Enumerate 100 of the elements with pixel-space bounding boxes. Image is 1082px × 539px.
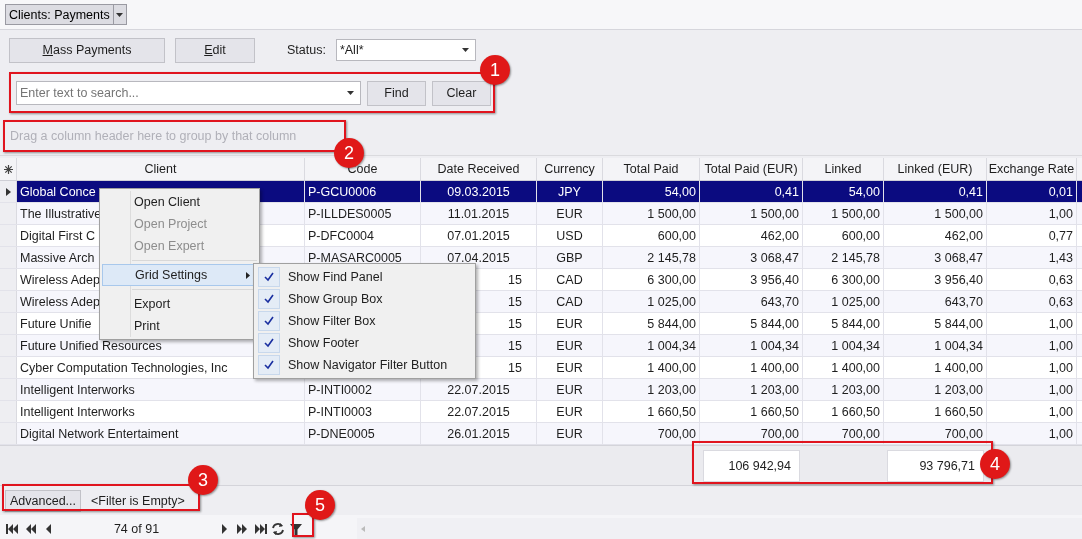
table-cell: 1 025,00	[603, 291, 700, 312]
table-row[interactable]: Digital Network Entertaiment P-DNE0005 26.01.2015 EUR 700,00 700,00 700,00 700,00 1,00	[0, 423, 1082, 445]
table-cell: 22.07.2015	[421, 401, 537, 422]
table-cell: CAD	[537, 291, 603, 312]
table-cell: 26.01.2015	[421, 423, 537, 444]
table-cell: 1,00	[987, 203, 1077, 224]
table-cell: 3 068,47	[700, 247, 803, 268]
table-cell: 0,63	[987, 291, 1077, 312]
table-cell: 1 660,50	[700, 401, 803, 422]
table-cell: 1 203,00	[700, 379, 803, 400]
table-cell: 5 844,00	[603, 313, 700, 334]
footer-total: 93 796,71	[887, 449, 984, 482]
row-indicator-icon	[5, 187, 11, 196]
table-cell: P-INTI0003	[305, 401, 421, 422]
checkmark-icon	[264, 338, 274, 348]
column-header[interactable]: Total Paid	[603, 158, 700, 180]
submenu-arrow-icon	[246, 272, 250, 279]
table-cell: 1 400,00	[700, 357, 803, 378]
toolbar-button[interactable]: Edit	[175, 37, 255, 63]
advanced-filter-button[interactable]: Advanced...	[5, 489, 81, 512]
status-dropdown[interactable]: *All*	[335, 39, 476, 61]
search-field[interactable]: Enter text to search...	[16, 81, 361, 105]
table-cell: 2 145,78	[603, 247, 700, 268]
table-cell: 700,00	[603, 423, 700, 444]
footer-total: 106 942,94	[703, 449, 800, 482]
table-cell: 0,77	[987, 225, 1077, 246]
table-cell: 1 660,50	[884, 401, 987, 422]
toolbar-button[interactable]: Mass Payments	[9, 37, 165, 63]
table-cell: 643,70	[884, 291, 987, 312]
table-cell: 1 025,00	[803, 291, 884, 312]
table-cell: 54,00	[603, 181, 700, 202]
table-cell: 1 203,00	[884, 379, 987, 400]
table-cell: 3 068,47	[884, 247, 987, 268]
table-cell: 1 004,34	[603, 335, 700, 356]
table-cell: 5 844,00	[884, 313, 987, 334]
table-cell: P-DFC0004	[305, 225, 421, 246]
callout-number: 1	[480, 55, 510, 85]
menu-item[interactable]: Export	[102, 293, 257, 315]
horizontal-scrollbar[interactable]	[357, 517, 1082, 539]
column-header[interactable]: Client	[17, 158, 305, 180]
table-cell: 6 300,00	[803, 269, 884, 290]
menu-item[interactable]: Print	[102, 315, 257, 337]
table-cell: 1 400,00	[803, 357, 884, 378]
table-cell: 1 400,00	[884, 357, 987, 378]
table-cell: CAD	[537, 269, 603, 290]
table-cell: 1 400,00	[603, 357, 700, 378]
table-cell: 2 145,78	[803, 247, 884, 268]
column-header[interactable]: Currency	[537, 158, 603, 180]
column-header[interactable]: Date Received	[421, 158, 537, 180]
checkmark-icon	[264, 272, 274, 282]
column-header[interactable]: Linked (EUR)	[884, 158, 987, 180]
table-cell: 1,00	[987, 423, 1077, 444]
table-cell: 1 660,50	[603, 401, 700, 422]
table-cell: USD	[537, 225, 603, 246]
filter-status: <Filter is Empty>	[91, 493, 185, 508]
table-cell: 6 300,00	[603, 269, 700, 290]
checkmark-icon	[264, 360, 274, 370]
table-cell: 600,00	[603, 225, 700, 246]
table-cell: Intelligent Interworks	[17, 401, 305, 422]
checkmark-icon	[264, 316, 274, 326]
table-cell: P-GCU0006	[305, 181, 421, 202]
table-cell: 0,41	[884, 181, 987, 202]
group-panel-hint: Drag a column header here to group by that column	[10, 128, 297, 143]
dropdown-arrow-icon	[116, 12, 124, 17]
table-cell: 1 004,34	[803, 335, 884, 356]
table-cell: 1,00	[987, 357, 1077, 378]
table-cell: 1 660,50	[803, 401, 884, 422]
column-header[interactable]: Exchange Rate	[987, 158, 1077, 180]
table-cell: P-ILLDES0005	[305, 203, 421, 224]
table-cell: 1 500,00	[603, 203, 700, 224]
callout-number: 5	[305, 490, 335, 520]
table-cell: 700,00	[803, 423, 884, 444]
row-indicator[interactable]	[0, 181, 17, 202]
table-cell: 1,00	[987, 335, 1077, 356]
checkmark-icon	[264, 294, 274, 304]
table-cell: 643,70	[700, 291, 803, 312]
table-row[interactable]: Intelligent Interworks P-INTI0002 22.07.2015 EUR 1 203,00 1 203,00 1 203,00 1 203,00 1,00	[0, 379, 1082, 401]
search-input[interactable]: Enter text to search...	[20, 86, 347, 100]
table-cell: EUR	[537, 313, 603, 334]
column-header[interactable]: Linked	[803, 158, 884, 180]
table-cell: 1 004,34	[700, 335, 803, 356]
document-tab[interactable]: Clients: Payments	[5, 4, 127, 25]
table-cell: 1 500,00	[884, 203, 987, 224]
table-cell: 07.01.2015	[421, 225, 537, 246]
table-cell: 3 956,40	[884, 269, 987, 290]
find-panel-button[interactable]: Find	[367, 80, 426, 106]
table-cell: EUR	[537, 379, 603, 400]
callout-number: 3	[188, 465, 218, 495]
table-cell: 09.03.2015	[421, 181, 537, 202]
table-cell: 0,01	[987, 181, 1077, 202]
record-position: 74 of 91	[112, 521, 161, 536]
column-header[interactable]: Total Paid (EUR)	[700, 158, 803, 180]
table-cell: 1 203,00	[603, 379, 700, 400]
scroll-left-icon[interactable]	[361, 525, 365, 532]
table-cell: EUR	[537, 203, 603, 224]
find-panel-button[interactable]: Clear	[432, 80, 491, 106]
table-cell: 1,00	[987, 401, 1077, 422]
table-cell: 1 500,00	[803, 203, 884, 224]
table-cell: 54,00	[803, 181, 884, 202]
table-row[interactable]: Intelligent Interworks P-INTI0003 22.07.2015 EUR 1 660,50 1 660,50 1 660,50 1 660,50 1,00	[0, 401, 1082, 423]
